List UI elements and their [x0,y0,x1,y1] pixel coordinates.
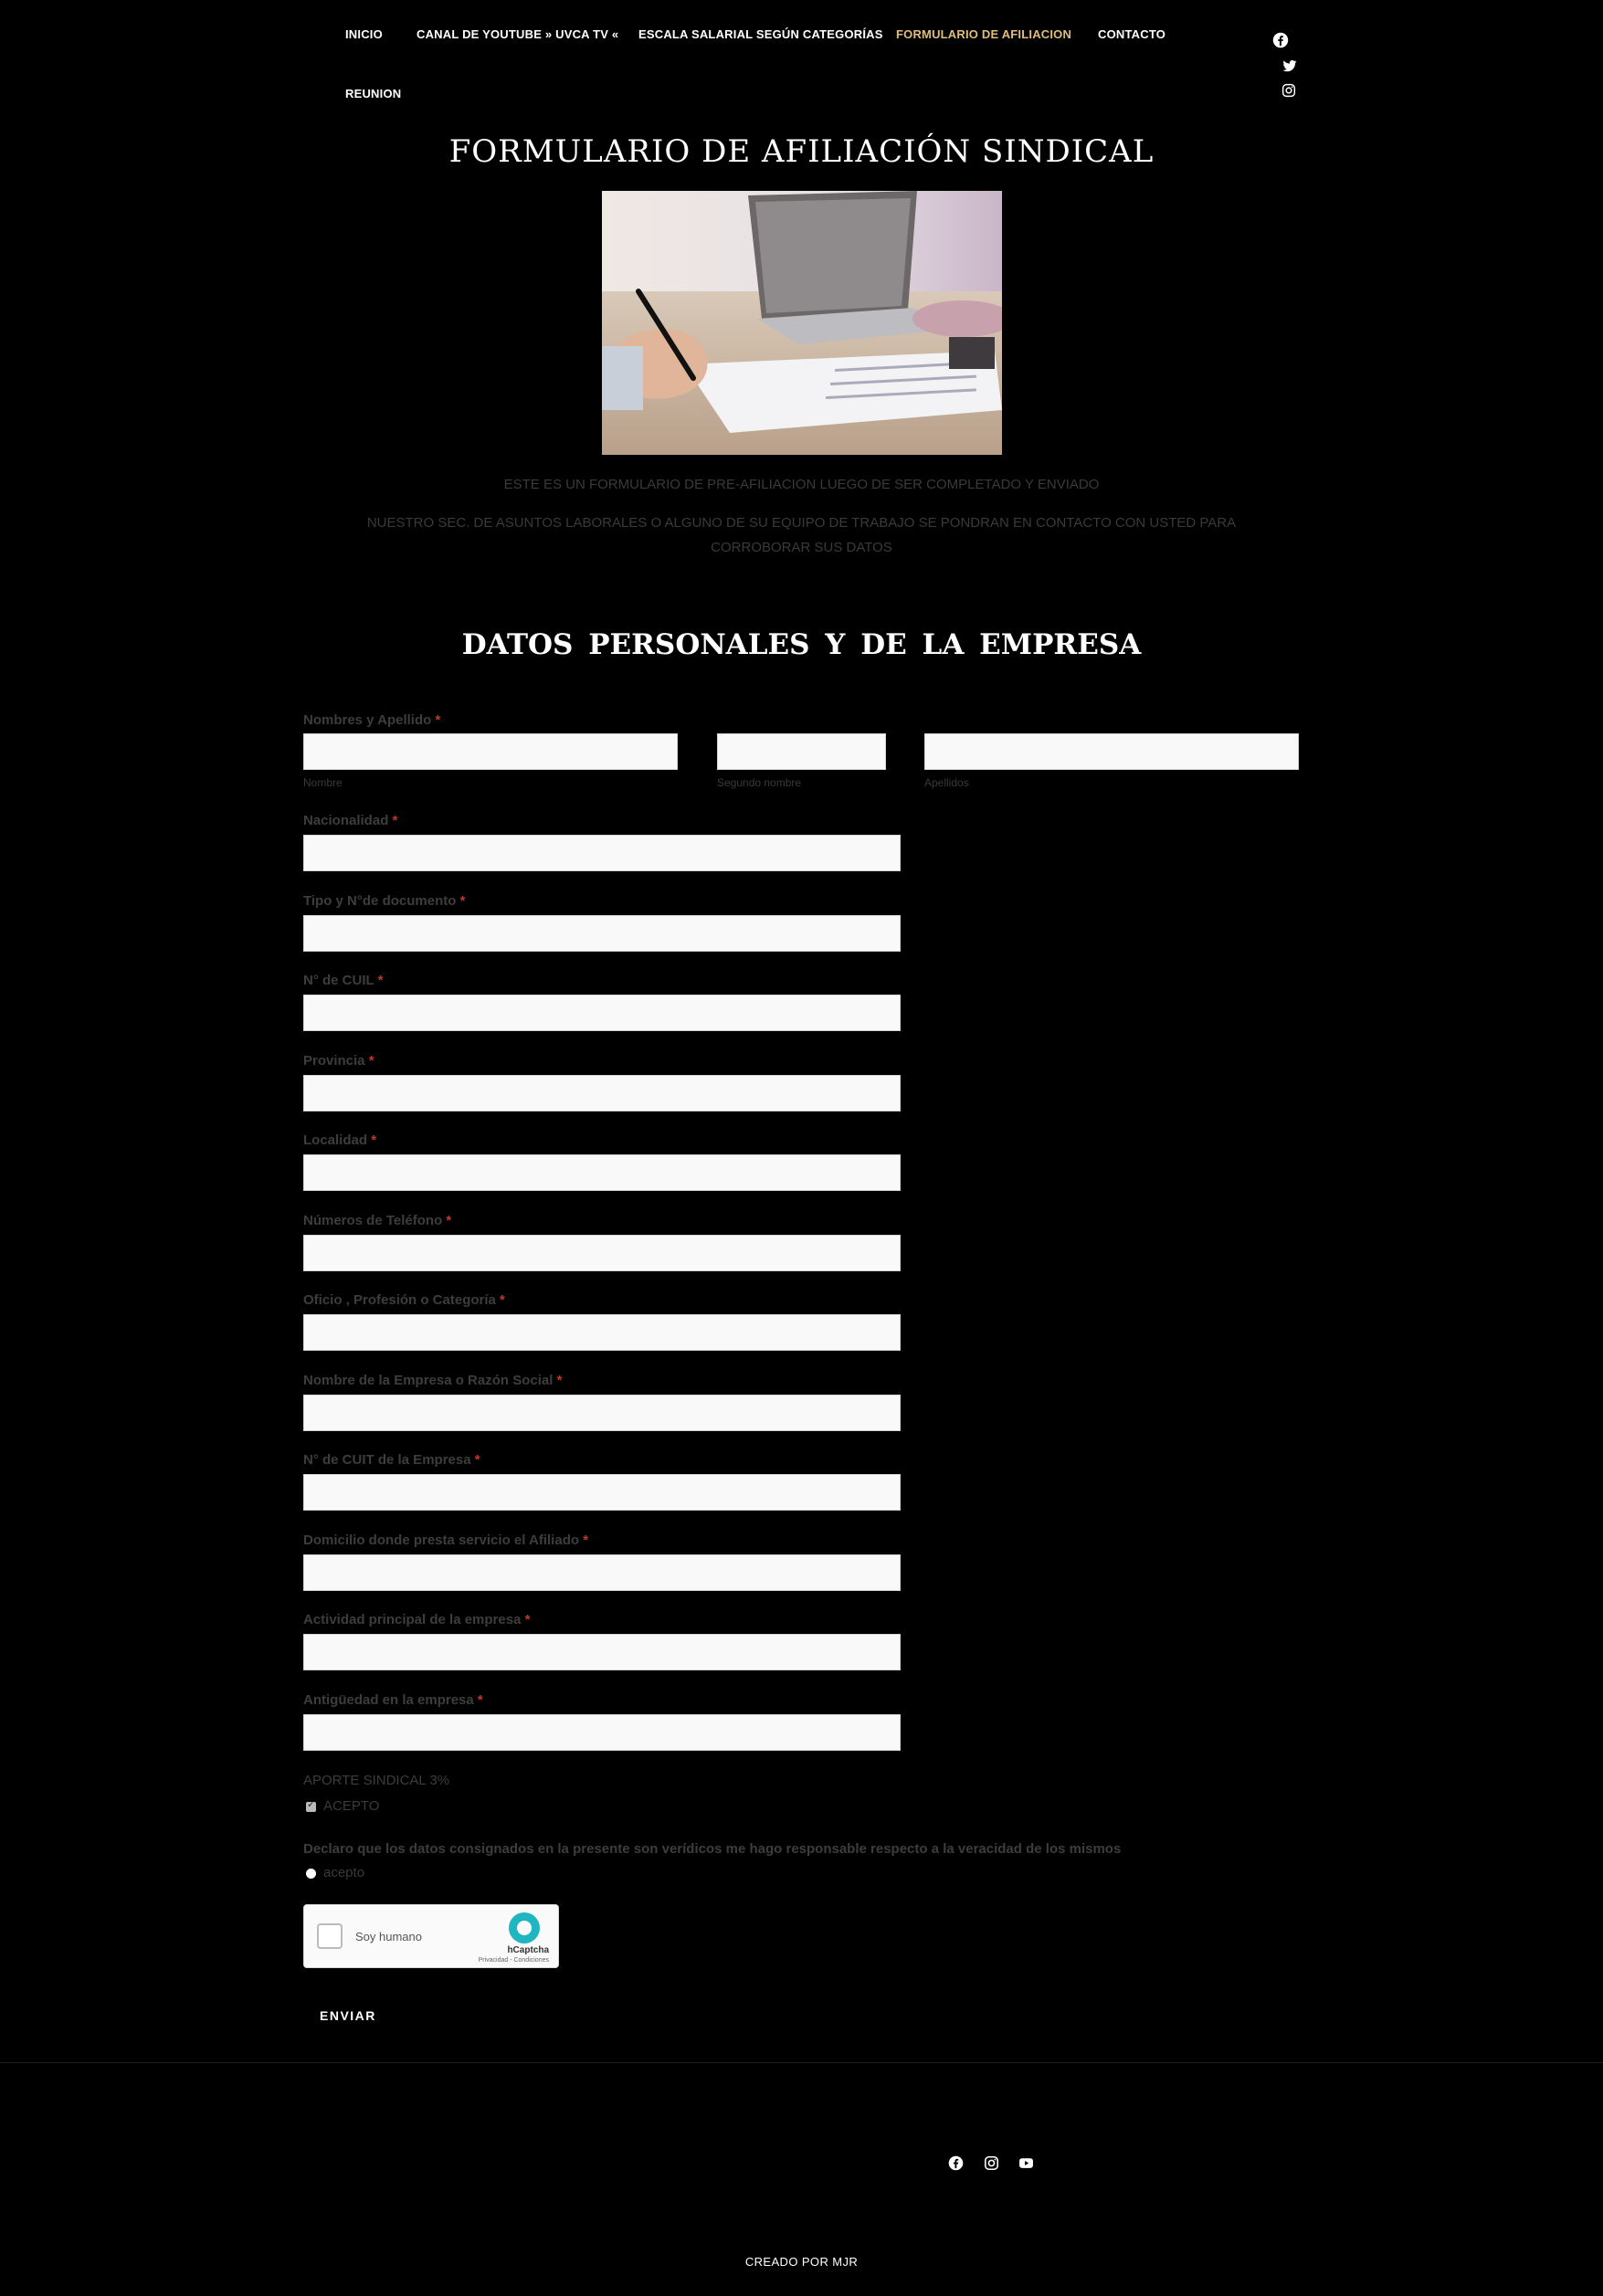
required-mark: * [459,893,466,909]
oficio-input[interactable] [303,1314,901,1351]
facebook-icon[interactable] [948,2155,964,2171]
required-mark: * [392,813,398,828]
intro-text-2: NUESTRO SEC. DE ASUNTOS LABORALES O ALGU… [366,515,1237,555]
nacionalidad-input[interactable] [303,835,901,871]
declaration-option[interactable]: acepto [306,1865,364,1880]
empresa-label: Nombre de la Empresa o Razón Social * [303,1373,563,1388]
footer-divider [0,2062,1603,2063]
declaration-radio[interactable] [306,1868,316,1879]
section-title: DATOS PERSONALES Y DE LA EMPRESA [461,628,1142,661]
required-mark: * [500,1292,505,1308]
domicilio-label: Domicilio donde presta servicio el Afili… [303,1532,589,1548]
page-title: FORMULARIO DE AFILIACIÓN SINDICAL [448,133,1155,170]
provincia-label: Provincia * [303,1053,374,1069]
cuit-label: N° de CUIT de la Empresa * [303,1452,480,1468]
documento-label: Tipo y N°de documento * [303,893,466,909]
required-mark: * [524,1612,531,1627]
twitter-icon[interactable] [1281,58,1298,74]
nav-item-reunion[interactable]: REUNION [345,87,401,100]
nav-item-escala-salarial[interactable]: ESCALA SALARIAL SEGÚN CATEGORÍAS [638,27,883,41]
last-name-sublabel: Apellidos [924,776,969,789]
middle-name-sublabel: Segundo nombre [717,776,802,789]
last-name-input[interactable] [924,733,1299,770]
captcha-widget: Soy humano hCaptcha Privacidad - Condici… [303,1904,559,1968]
first-name-input[interactable] [303,733,678,770]
antiguedad-input[interactable] [303,1714,901,1751]
aporte-label: APORTE SINDICAL 3% [303,1773,450,1788]
footer-credits: CREADO POR MJR [744,2255,859,2269]
required-mark: * [368,1053,374,1069]
instagram-icon[interactable] [1281,83,1296,98]
submit-button[interactable]: ENVIAR [320,2008,376,2023]
documento-input[interactable] [303,915,901,952]
actividad-label: Actividad principal de la empresa * [303,1612,531,1627]
empresa-input[interactable] [303,1395,901,1431]
telefono-input[interactable] [303,1235,901,1271]
captcha-links[interactable]: Privacidad - Condiciones [479,1957,549,1964]
hcaptcha-logo-icon [509,1912,540,1943]
aporte-checkbox[interactable] [306,1798,316,1812]
facebook-icon[interactable] [1272,32,1289,48]
captcha-brand: hCaptcha [507,1945,549,1955]
provincia-input[interactable] [303,1075,901,1111]
cuit-input[interactable] [303,1474,901,1511]
hero-image [602,191,1002,455]
captcha-label: Soy humano [355,1930,422,1943]
domicilio-input[interactable] [303,1554,901,1591]
captcha-checkbox[interactable] [317,1923,343,1949]
instagram-icon[interactable] [984,2155,999,2171]
required-mark: * [371,1132,377,1148]
required-mark: * [556,1373,563,1388]
required-mark: * [446,1213,452,1228]
cuil-input[interactable] [303,995,901,1031]
actividad-input[interactable] [303,1634,901,1670]
intro-text-1: ESTE ES UN FORMULARIO DE PRE-AFILIACION … [503,477,1100,492]
required-mark: * [583,1532,589,1548]
aporte-option[interactable]: ACEPTO [306,1798,379,1814]
aporte-option-label: ACEPTO [323,1798,380,1814]
name-field-label: Nombres y Apellido * [303,712,441,728]
nav-item-contacto[interactable]: CONTACTO [1098,27,1165,41]
nacionalidad-label: Nacionalidad * [303,813,398,828]
required-mark: * [435,712,441,728]
youtube-icon[interactable] [1018,2155,1034,2171]
required-mark: * [474,1452,480,1468]
localidad-label: Localidad * [303,1132,377,1148]
middle-name-input[interactable] [717,733,886,770]
cuil-label: N° de CUIL * [303,973,384,988]
required-mark: * [477,1692,483,1708]
first-name-sublabel: Nombre [303,776,343,789]
nav-item-canal-youtube[interactable]: CANAL DE YOUTUBE » UVCA TV « [417,27,618,41]
nav-item-formulario-afiliacion[interactable]: FORMULARIO DE AFILIACION [896,27,1071,41]
declaration-label: Declaro que los datos consignados en la … [303,1841,1122,1857]
oficio-label: Oficio , Profesión o Categoría * [303,1292,505,1308]
nav-item-inicio[interactable]: INICIO [345,27,383,41]
required-mark: * [377,973,384,988]
declaration-option-label: acepto [323,1865,365,1880]
antiguedad-label: Antigüedad en la empresa * [303,1692,483,1708]
telefono-label: Números de Teléfono * [303,1213,452,1228]
localidad-input[interactable] [303,1154,901,1191]
